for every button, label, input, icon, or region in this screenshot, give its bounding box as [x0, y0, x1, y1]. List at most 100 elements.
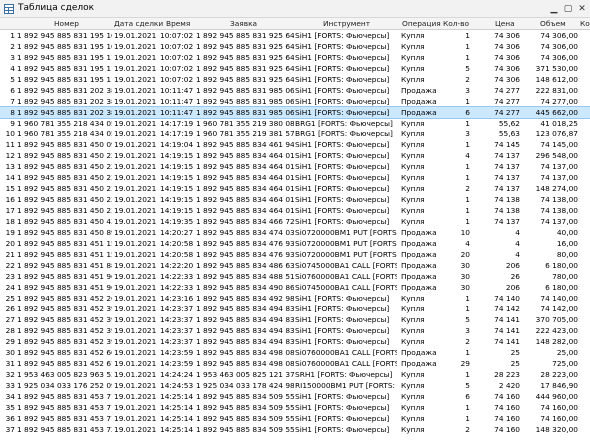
column-header-volume[interactable]: Объем	[540, 19, 566, 28]
instrument-cell: Si0745000BA1 CALL [FORTS: Опц	[295, 260, 397, 270]
row-index-cell: 18	[5, 216, 15, 226]
table-row[interactable]: 18 1 892 945 885 831 450 437 19.01.2021 14:…	[0, 216, 590, 227]
trades-table[interactable]: Номер Дата сделки Время Заявка Инструмен…	[0, 18, 590, 442]
quantity-cell: 3	[465, 129, 470, 139]
operation-cell: Продажа	[401, 271, 437, 281]
trade-number-cell: 1 892 945 885 831 202 387	[17, 96, 112, 106]
maximize-icon[interactable]: ▢	[562, 4, 574, 14]
table-row[interactable]: 31 892 945 885 831 195 110 19.01.2021 10:0…	[0, 52, 590, 63]
column-header-extra[interactable]: Ко	[580, 19, 590, 28]
table-row[interactable]: 16 1 892 945 885 831 450 232 19.01.2021 14:…	[0, 194, 590, 205]
column-header-quantity[interactable]: Кол-во	[443, 19, 469, 28]
table-row[interactable]: 91 960 781 355 218 434 050 19.01.2021 14:1…	[0, 118, 590, 129]
price-cell: 4	[515, 227, 520, 237]
column-header-instrument[interactable]: Инструмент	[323, 19, 370, 28]
table-row[interactable]: 11 1 892 945 885 831 450 099 19.01.2021 14:…	[0, 139, 590, 150]
trade-date-cell: 19.01.2021	[114, 260, 157, 270]
trade-time-cell: 10:07:02	[160, 41, 194, 51]
table-row[interactable]: 37 1 892 945 885 831 453 720 19.01.2021 14:…	[0, 424, 590, 435]
operation-cell: Купля	[401, 52, 425, 62]
trade-number-cell: 1 892 945 885 831 450 099	[17, 140, 112, 150]
close-icon[interactable]: ✕	[576, 4, 588, 14]
table-row[interactable]: 21 1 892 945 885 831 451 154 19.01.2021 14:…	[0, 249, 590, 260]
table-row[interactable]: 35 1 892 945 885 831 453 718 19.01.2021 14:…	[0, 402, 590, 413]
operation-cell: Купля	[401, 41, 425, 51]
column-header-price[interactable]: Цена	[495, 19, 515, 28]
quantity-cell: 1	[465, 31, 470, 40]
trade-time-cell: 14:25:14	[160, 402, 194, 412]
quantity-cell: 1	[465, 370, 470, 380]
row-index-cell: 19	[5, 227, 15, 237]
instrument-cell: Si0720000BM1 PUT [FORTS: Опц	[295, 227, 397, 237]
instrument-cell: SiH1 [FORTS: Фьючерсы]	[295, 162, 390, 172]
table-row[interactable]: 28 1 892 945 885 831 452 396 19.01.2021 14:…	[0, 325, 590, 336]
column-header-operation[interactable]: Операция	[402, 19, 441, 28]
table-row[interactable]: 30 1 892 945 885 831 452 669 19.01.2021 14:…	[0, 347, 590, 358]
quantity-cell: 2	[465, 337, 470, 347]
trade-time-cell: 14:19:15	[160, 173, 194, 183]
table-row[interactable]: 71 892 945 885 831 202 387 19.01.2021 10:1…	[0, 96, 590, 107]
quantity-cell: 2	[465, 184, 470, 194]
operation-cell: Продажа	[401, 359, 437, 369]
operation-cell: Купля	[401, 293, 425, 303]
trade-time-cell: 10:07:02	[160, 74, 194, 84]
volume-cell: 148 612,00	[535, 74, 578, 84]
column-header-date[interactable]: Дата сделки	[114, 19, 163, 28]
order-number-cell: 1 892 945 885 834 464 010	[196, 206, 294, 215]
table-row[interactable]: 31 1 892 945 885 831 452 670 19.01.2021 14:…	[0, 358, 590, 369]
table-row[interactable]: 19 1 892 945 885 831 450 893 19.01.2021 14:…	[0, 227, 590, 238]
volume-cell: 222 831,00	[535, 85, 578, 95]
table-row[interactable]: 26 1 892 945 885 831 452 394 19.01.2021 14:…	[0, 303, 590, 314]
quantity-cell: 4	[465, 238, 470, 248]
order-number-cell: 1 892 945 885 834 498 081	[196, 348, 294, 358]
operation-cell: Продажа	[401, 107, 437, 117]
table-row[interactable]: 32 1 953 463 005 823 963 534 19.01.2021 14:…	[0, 369, 590, 380]
table-row[interactable]: 14 1 892 945 885 831 450 230 19.01.2021 14:…	[0, 172, 590, 183]
table-row[interactable]: 10 1 960 781 355 218 434 051 19.01.2021 14:…	[0, 128, 590, 139]
trade-date-cell: 19.01.2021	[114, 337, 157, 347]
table-row[interactable]: 23 1 892 945 885 831 451 967 19.01.2021 14:…	[0, 271, 590, 282]
table-row[interactable]: 11 892 945 885 831 195 107 19.01.2021 10:0…	[0, 30, 590, 41]
trade-date-cell: 19.01.2021	[114, 74, 157, 84]
order-number-cell: 1 892 945 885 831 985 067	[196, 96, 294, 106]
operation-cell: Купля	[401, 216, 425, 226]
table-row[interactable]: 15 1 892 945 885 831 450 231 19.01.2021 14:…	[0, 183, 590, 194]
table-row[interactable]: 41 892 945 885 831 195 111 19.01.2021 10:0…	[0, 63, 590, 74]
table-row[interactable]: 17 1 892 945 885 831 450 233 19.01.2021 14:…	[0, 205, 590, 216]
column-header-time[interactable]: Время	[166, 19, 190, 28]
table-row[interactable]: 51 892 945 885 831 195 112 19.01.2021 10:0…	[0, 74, 590, 85]
quantity-cell: 30	[460, 260, 470, 270]
table-row[interactable]: 25 1 892 945 885 831 452 263 19.01.2021 14:…	[0, 293, 590, 304]
table-row[interactable]: 61 892 945 885 831 202 386 19.01.2021 10:1…	[0, 85, 590, 96]
table-row[interactable]: 24 1 892 945 885 831 451 968 19.01.2021 14:…	[0, 282, 590, 293]
table-row[interactable]: 81 892 945 885 831 202 388 19.01.2021 10:1…	[0, 105, 590, 119]
volume-cell: 74 277,00	[540, 96, 578, 106]
table-row[interactable]: 13 1 892 945 885 831 450 229 19.01.2021 14:…	[0, 161, 590, 172]
trade-number-cell: 1 892 945 885 831 195 109	[17, 41, 112, 51]
trade-date-cell: 19.01.2021	[114, 41, 157, 51]
column-header-order[interactable]: Заявка	[230, 19, 257, 28]
table-row[interactable]: 21 892 945 885 831 195 109 19.01.2021 10:0…	[0, 41, 590, 52]
price-cell: 28 223	[494, 370, 520, 380]
volume-cell: 296 548,00	[535, 151, 578, 161]
table-row[interactable]: 12 1 892 945 885 831 450 228 19.01.2021 14:…	[0, 150, 590, 161]
table-row[interactable]: 36 1 892 945 885 831 453 719 19.01.2021 14:…	[0, 413, 590, 424]
table-row[interactable]: 29 1 892 945 885 831 452 397 19.01.2021 14:…	[0, 336, 590, 347]
table-row[interactable]: 27 1 892 945 885 831 452 395 19.01.2021 14:…	[0, 314, 590, 325]
column-header-number[interactable]: Номер	[54, 19, 79, 28]
trade-number-cell: 1 892 945 885 831 202 388	[17, 107, 112, 117]
table-row[interactable]: 20 1 892 945 885 831 451 153 19.01.2021 14:…	[0, 238, 590, 249]
trade-time-cell: 14:20:27	[160, 227, 194, 237]
instrument-cell: Si0760000BA1 CALL [FORTS: Опц	[295, 348, 397, 358]
operation-cell: Купля	[401, 337, 425, 347]
quantity-cell: 1	[465, 52, 470, 62]
instrument-cell: Si0720000BM1 PUT [FORTS: Опц	[295, 249, 397, 259]
order-number-cell: 1 925 034 033 178 424 984	[196, 381, 294, 390]
table-row[interactable]: 34 1 892 945 885 831 453 717 19.01.2021 14:…	[0, 391, 590, 402]
trade-number-cell: 1 892 945 885 831 452 396	[17, 326, 112, 336]
minimize-icon[interactable]: ▁	[548, 4, 560, 14]
table-row[interactable]: 33 1 925 034 033 176 252 090 19.01.2021 14:…	[0, 380, 590, 391]
volume-cell: 74 145,00	[540, 140, 578, 150]
quantity-cell: 1	[465, 96, 470, 106]
table-row[interactable]: 22 1 892 945 885 831 451 884 19.01.2021 14:…	[0, 260, 590, 271]
